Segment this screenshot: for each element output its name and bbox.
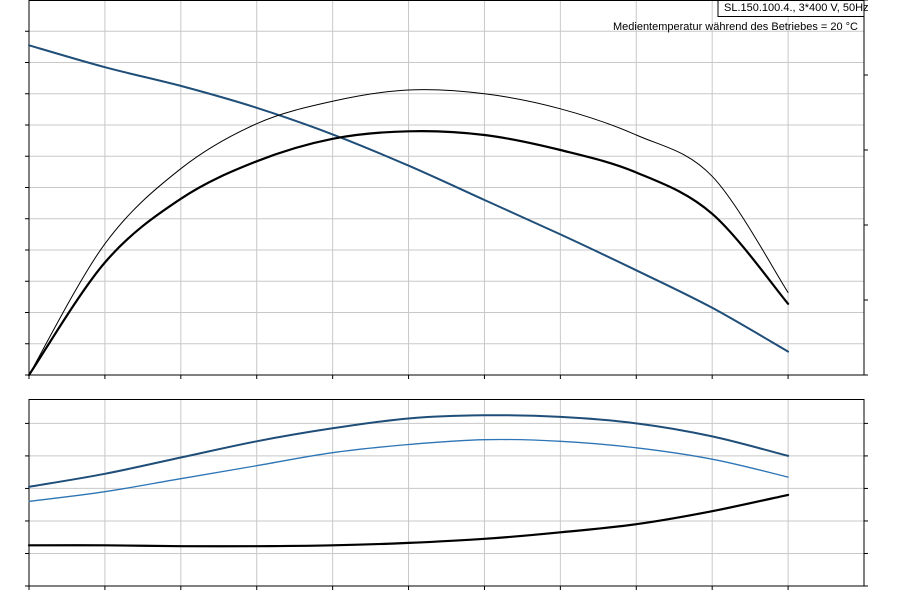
temperature-annotation: Medientemperatur während des Betriebes =…: [613, 21, 858, 33]
model-label: SL.150.100.4., 3*400 V, 50Hz: [724, 2, 869, 14]
pump-performance-chart: SL.150.100.4., 3*400 V, 50Hz Medientempe…: [25, 0, 869, 590]
top-text-overlay: SL.150.100.4., 3*400 V, 50Hz Medientempe…: [613, 0, 869, 33]
power-npsh-panel: [25, 399, 868, 590]
head-efficiency-panel: [25, 0, 868, 379]
plot-frame: [28, 399, 865, 587]
